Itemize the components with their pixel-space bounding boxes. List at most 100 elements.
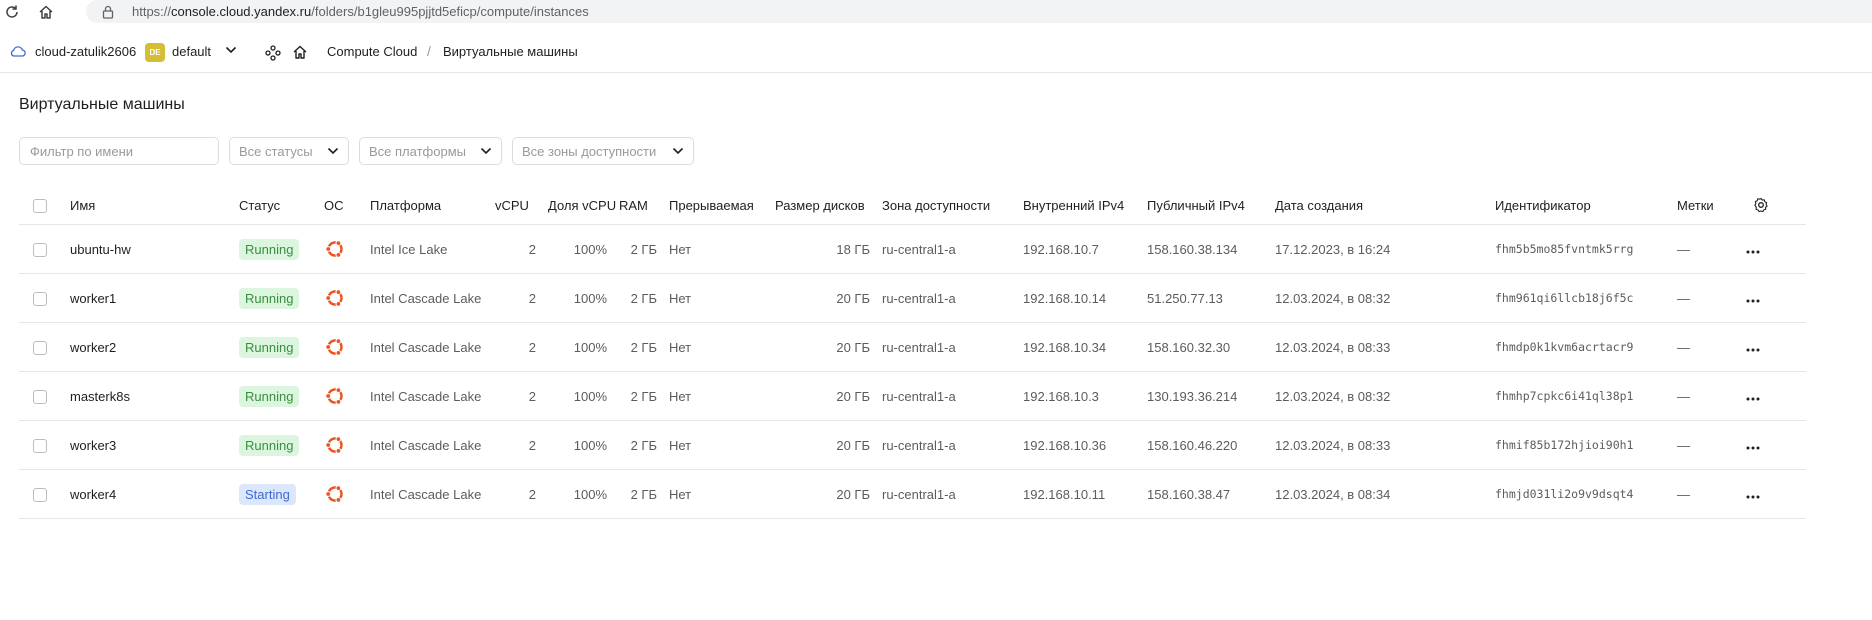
instance-id: fhm5b5mo85fvntmk5rrg <box>1495 224 1677 274</box>
row-checkbox[interactable] <box>33 340 47 355</box>
platform: Intel Cascade Lake <box>370 273 495 323</box>
ram: 2 ГБ <box>619 224 669 274</box>
row-menu-button[interactable] <box>1743 291 1763 306</box>
row-menu-button[interactable] <box>1743 389 1763 404</box>
created-date: 17.12.2023, в 16:24 <box>1275 224 1495 274</box>
col-status[interactable]: Статус <box>239 186 324 225</box>
page-title: Виртуальные машины <box>19 96 185 113</box>
table-row[interactable]: masterk8s Running Intel Cascade Lake 2 1… <box>19 371 1806 421</box>
col-zone[interactable]: Зона доступности <box>882 186 1023 225</box>
platform: Intel Cascade Lake <box>370 420 495 470</box>
chevron-down-icon <box>327 147 339 155</box>
platform: Intel Cascade Lake <box>370 322 495 372</box>
more-dots-icon[interactable] <box>1746 250 1760 254</box>
vcpu: 2 <box>495 469 548 519</box>
table-row[interactable]: worker3 Running Intel Cascade Lake 2 100… <box>19 420 1806 470</box>
status-badge: Running <box>239 434 300 456</box>
breadcrumb-compute-cloud[interactable]: Compute Cloud <box>327 44 417 59</box>
col-name[interactable]: Имя <box>70 186 239 225</box>
row-menu-button[interactable] <box>1743 340 1763 355</box>
vm-name[interactable]: ubuntu-hw <box>70 224 239 274</box>
row-menu-button[interactable] <box>1743 487 1763 502</box>
col-preemptible[interactable]: Прерываемая <box>669 186 775 225</box>
ip-internal: 192.168.10.14 <box>1023 273 1147 323</box>
select-all-checkbox[interactable] <box>33 198 47 213</box>
zone: ru-central1-a <box>882 420 1023 470</box>
vcpu: 2 <box>495 322 548 372</box>
chevron-down-icon[interactable] <box>225 46 237 54</box>
more-dots-icon[interactable] <box>1746 495 1760 499</box>
address-bar[interactable]: https://console.cloud.yandex.ru/folders/… <box>86 0 1872 23</box>
table-row[interactable]: worker4 Starting Intel Cascade Lake 2 10… <box>19 469 1806 519</box>
vcpu: 2 <box>495 224 548 274</box>
zone: ru-central1-a <box>882 322 1023 372</box>
row-checkbox[interactable] <box>33 438 47 453</box>
status-badge: Running <box>239 238 300 260</box>
more-dots-icon[interactable] <box>1746 348 1760 352</box>
console-header: cloud-zatulik2606 DE default Compute Clo… <box>0 30 1872 73</box>
col-os[interactable]: ОС <box>324 186 370 225</box>
vm-name[interactable]: worker1 <box>70 273 239 323</box>
gear-icon[interactable] <box>1753 197 1769 213</box>
vm-name[interactable]: worker2 <box>70 322 239 372</box>
table-row[interactable]: worker2 Running Intel Cascade Lake 2 100… <box>19 322 1806 372</box>
row-checkbox[interactable] <box>33 389 47 404</box>
row-checkbox[interactable] <box>33 242 47 257</box>
col-created[interactable]: Дата создания <box>1275 186 1495 225</box>
row-menu-button[interactable] <box>1743 438 1763 453</box>
col-ip-public[interactable]: Публичный IPv4 <box>1147 186 1275 225</box>
status-filter-select[interactable]: Все статусы <box>229 137 349 165</box>
labels: — <box>1677 420 1743 470</box>
home-icon[interactable] <box>38 4 54 20</box>
col-platform[interactable]: Платформа <box>370 186 495 225</box>
ip-internal: 192.168.10.11 <box>1023 469 1147 519</box>
col-vcpu[interactable]: vCPU <box>495 186 548 225</box>
url-text[interactable]: https://console.cloud.yandex.ru/folders/… <box>132 4 589 19</box>
ip-internal: 192.168.10.34 <box>1023 322 1147 372</box>
zone-filter-select[interactable]: Все зоны доступности <box>512 137 694 165</box>
row-menu-button[interactable] <box>1743 242 1763 257</box>
vcpu-share: 100% <box>548 420 619 470</box>
col-ip-internal[interactable]: Внутренний IPv4 <box>1023 186 1147 225</box>
chevron-down-icon <box>672 147 684 155</box>
more-dots-icon[interactable] <box>1746 446 1760 450</box>
ip-public: 51.250.77.13 <box>1147 273 1275 323</box>
table-row[interactable]: ubuntu-hw Running Intel Ice Lake 2 100% … <box>19 224 1806 274</box>
vm-name[interactable]: masterk8s <box>70 371 239 421</box>
ram: 2 ГБ <box>619 420 669 470</box>
reload-icon[interactable] <box>4 4 20 20</box>
col-vcpu-share[interactable]: Доля vCPU <box>548 186 619 225</box>
name-filter-input[interactable] <box>19 137 219 165</box>
lock-icon[interactable] <box>102 5 114 19</box>
preemptible: Нет <box>669 420 775 470</box>
row-checkbox[interactable] <box>33 487 47 502</box>
col-labels[interactable]: Метки <box>1677 186 1743 225</box>
services-icon[interactable] <box>265 45 281 61</box>
status-badge: Running <box>239 385 300 407</box>
browser-toolbar: https://console.cloud.yandex.ru/folders/… <box>0 0 1872 24</box>
col-disk[interactable]: Размер дисков <box>775 186 882 225</box>
col-ram[interactable]: RAM <box>619 186 669 225</box>
vm-name[interactable]: worker4 <box>70 469 239 519</box>
vm-name[interactable]: worker3 <box>70 420 239 470</box>
home-icon[interactable] <box>292 44 308 60</box>
ubuntu-icon <box>325 240 343 258</box>
vcpu: 2 <box>495 273 548 323</box>
breadcrumb-separator: / <box>427 43 431 59</box>
folder-selector[interactable]: default <box>172 44 211 59</box>
preemptible: Нет <box>669 224 775 274</box>
zone: ru-central1-a <box>882 224 1023 274</box>
col-id[interactable]: Идентификатор <box>1495 186 1677 225</box>
more-dots-icon[interactable] <box>1746 397 1760 401</box>
instance-id: fhmhp7cpkc6i41ql38p1 <box>1495 371 1677 421</box>
disk-size: 20 ГБ <box>775 322 882 372</box>
row-checkbox[interactable] <box>33 291 47 306</box>
table-row[interactable]: worker1 Running Intel Cascade Lake 2 100… <box>19 273 1806 323</box>
labels: — <box>1677 469 1743 519</box>
disk-size: 18 ГБ <box>775 224 882 274</box>
vcpu-share: 100% <box>548 322 619 372</box>
platform-filter-select[interactable]: Все платформы <box>359 137 502 165</box>
more-dots-icon[interactable] <box>1746 299 1760 303</box>
cloud-selector[interactable]: cloud-zatulik2606 <box>35 44 136 59</box>
ram: 2 ГБ <box>619 371 669 421</box>
